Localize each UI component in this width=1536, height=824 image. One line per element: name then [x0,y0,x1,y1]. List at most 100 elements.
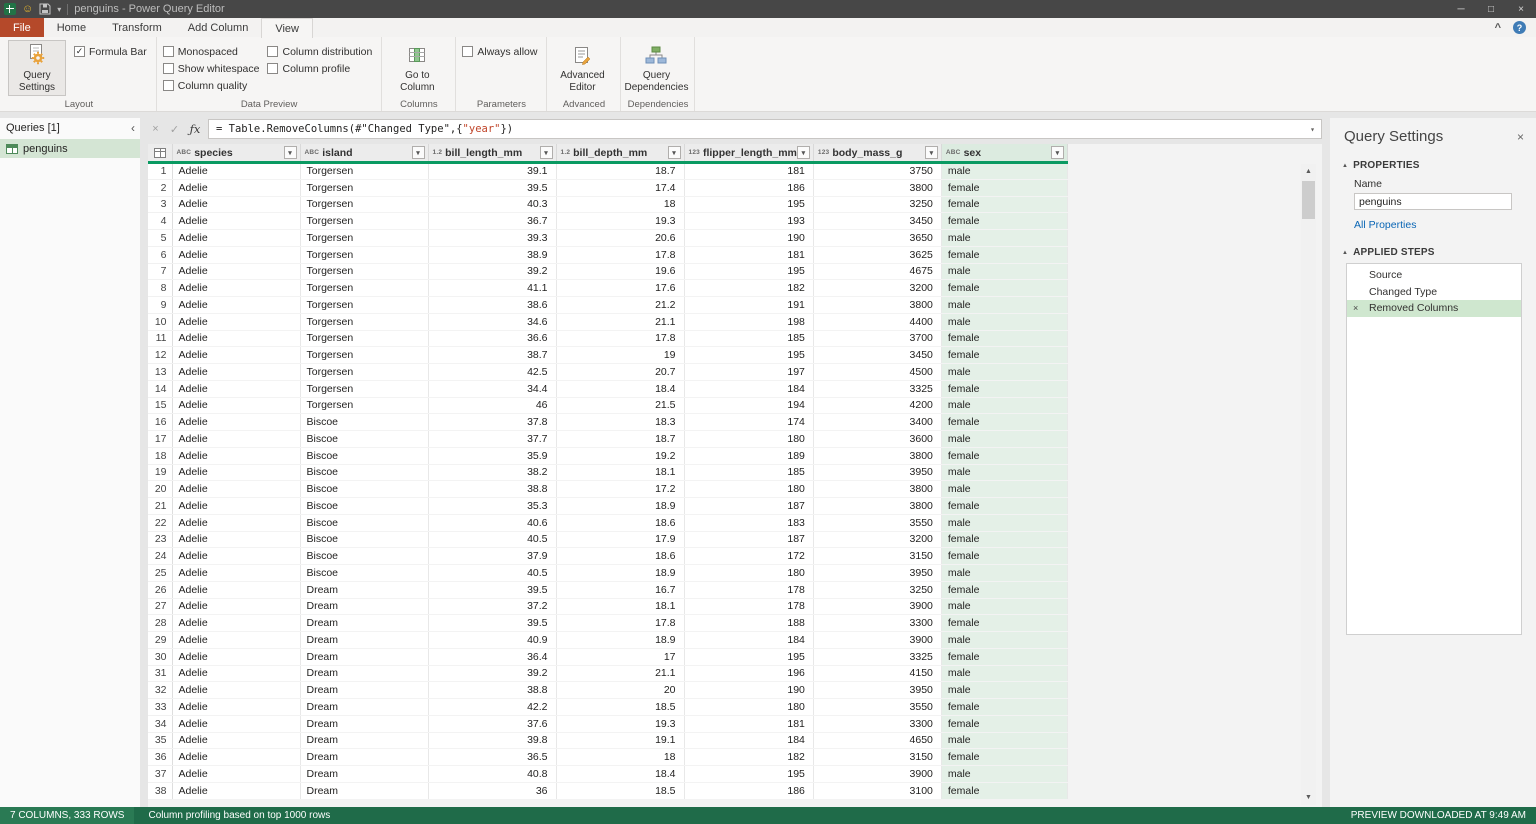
row-number[interactable]: 28 [148,615,172,632]
cell-bill-length-mm[interactable]: 39.5 [428,581,556,598]
row-number[interactable]: 1 [148,163,172,180]
cell-bill-depth-mm[interactable]: 18.5 [556,699,684,716]
cell-bill-depth-mm[interactable]: 20.6 [556,230,684,247]
cell-body-mass-g[interactable]: 3800 [813,179,941,196]
cell-sex[interactable]: female [941,213,1067,230]
cell-island[interactable]: Biscoe [300,414,428,431]
collapse-queries-pane-icon[interactable]: ‹ [131,121,135,135]
row-number[interactable]: 11 [148,330,172,347]
cell-body-mass-g[interactable]: 3300 [813,615,941,632]
cell-island[interactable]: Torgersen [300,380,428,397]
filter-button[interactable]: ▾ [668,146,681,159]
cell-bill-depth-mm[interactable]: 18.7 [556,163,684,180]
cell-island[interactable]: Biscoe [300,514,428,531]
column-type-icon[interactable]: 123 [818,149,829,156]
cell-body-mass-g[interactable]: 3300 [813,715,941,732]
cell-flipper-length-mm[interactable]: 197 [684,364,813,381]
cell-island[interactable]: Dream [300,699,428,716]
cell-bill-depth-mm[interactable]: 19.3 [556,715,684,732]
cell-sex[interactable]: male [941,632,1067,649]
cell-body-mass-g[interactable]: 3800 [813,481,941,498]
cell-island[interactable]: Torgersen [300,263,428,280]
cell-flipper-length-mm[interactable]: 191 [684,297,813,314]
cell-flipper-length-mm[interactable]: 187 [684,498,813,515]
row-number[interactable]: 10 [148,313,172,330]
cell-island[interactable]: Torgersen [300,163,428,180]
cell-body-mass-g[interactable]: 3800 [813,297,941,314]
cell-bill-length-mm[interactable]: 36.5 [428,749,556,766]
cell-flipper-length-mm[interactable]: 195 [684,648,813,665]
applied-step-changed-type[interactable]: Changed Type [1347,284,1521,301]
cell-bill-depth-mm[interactable]: 21.5 [556,397,684,414]
cell-bill-depth-mm[interactable]: 17.9 [556,531,684,548]
cell-body-mass-g[interactable]: 3150 [813,749,941,766]
cell-species[interactable]: Adelie [172,364,300,381]
cell-island[interactable]: Dream [300,766,428,783]
checkbox-always-allow[interactable]: Always allow [462,45,537,58]
cell-species[interactable]: Adelie [172,699,300,716]
cell-bill-depth-mm[interactable]: 17.6 [556,280,684,297]
cell-island[interactable]: Dream [300,682,428,699]
cell-island[interactable]: Torgersen [300,297,428,314]
cell-flipper-length-mm[interactable]: 187 [684,531,813,548]
column-type-icon[interactable]: 1.2 [561,149,571,156]
scroll-up-icon[interactable]: ▲ [1301,164,1316,179]
cell-flipper-length-mm[interactable]: 184 [684,732,813,749]
filter-button[interactable]: ▾ [412,146,425,159]
cell-body-mass-g[interactable]: 4400 [813,313,941,330]
row-number[interactable]: 26 [148,581,172,598]
cell-sex[interactable]: female [941,531,1067,548]
cell-bill-length-mm[interactable]: 39.1 [428,163,556,180]
row-number[interactable]: 8 [148,280,172,297]
row-number[interactable]: 24 [148,548,172,565]
cell-bill-depth-mm[interactable]: 18 [556,196,684,213]
cell-bill-length-mm[interactable]: 37.2 [428,598,556,615]
cell-flipper-length-mm[interactable]: 182 [684,280,813,297]
cell-species[interactable]: Adelie [172,431,300,448]
cell-body-mass-g[interactable]: 3150 [813,548,941,565]
cell-flipper-length-mm[interactable]: 172 [684,548,813,565]
cell-bill-length-mm[interactable]: 37.7 [428,431,556,448]
cell-body-mass-g[interactable]: 4675 [813,263,941,280]
row-number[interactable]: 31 [148,665,172,682]
cell-body-mass-g[interactable]: 3325 [813,380,941,397]
cell-bill-length-mm[interactable]: 38.8 [428,682,556,699]
cell-sex[interactable]: male [941,682,1067,699]
cell-species[interactable]: Adelie [172,179,300,196]
row-number[interactable]: 35 [148,732,172,749]
cell-species[interactable]: Adelie [172,347,300,364]
row-number[interactable]: 15 [148,397,172,414]
cell-bill-length-mm[interactable]: 34.4 [428,380,556,397]
cell-body-mass-g[interactable]: 3250 [813,581,941,598]
column-type-icon[interactable]: 123 [689,149,700,156]
cell-species[interactable]: Adelie [172,397,300,414]
cell-body-mass-g[interactable]: 3450 [813,347,941,364]
cell-flipper-length-mm[interactable]: 178 [684,598,813,615]
cell-island[interactable]: Torgersen [300,330,428,347]
cell-bill-length-mm[interactable]: 39.2 [428,665,556,682]
row-number[interactable]: 32 [148,682,172,699]
cell-species[interactable]: Adelie [172,598,300,615]
cell-species[interactable]: Adelie [172,548,300,565]
cell-bill-depth-mm[interactable]: 17.8 [556,246,684,263]
cell-bill-length-mm[interactable]: 46 [428,397,556,414]
cell-bill-depth-mm[interactable]: 18.6 [556,548,684,565]
cell-body-mass-g[interactable]: 3600 [813,431,941,448]
cell-island[interactable]: Biscoe [300,431,428,448]
row-number[interactable]: 20 [148,481,172,498]
all-properties-link[interactable]: All Properties [1354,219,1526,231]
cell-island[interactable]: Dream [300,715,428,732]
row-number[interactable]: 21 [148,498,172,515]
cell-flipper-length-mm[interactable]: 183 [684,514,813,531]
cell-bill-length-mm[interactable]: 34.6 [428,313,556,330]
cell-bill-length-mm[interactable]: 37.6 [428,715,556,732]
cell-body-mass-g[interactable]: 3100 [813,782,941,799]
cell-flipper-length-mm[interactable]: 174 [684,414,813,431]
column-header-body-mass-g[interactable]: 123body_mass_g▾ [813,144,941,163]
cell-flipper-length-mm[interactable]: 185 [684,464,813,481]
cell-sex[interactable]: male [941,598,1067,615]
cell-body-mass-g[interactable]: 3450 [813,213,941,230]
column-header-bill-depth-mm[interactable]: 1.2bill_depth_mm▾ [556,144,684,163]
row-number[interactable]: 4 [148,213,172,230]
cell-body-mass-g[interactable]: 3200 [813,280,941,297]
